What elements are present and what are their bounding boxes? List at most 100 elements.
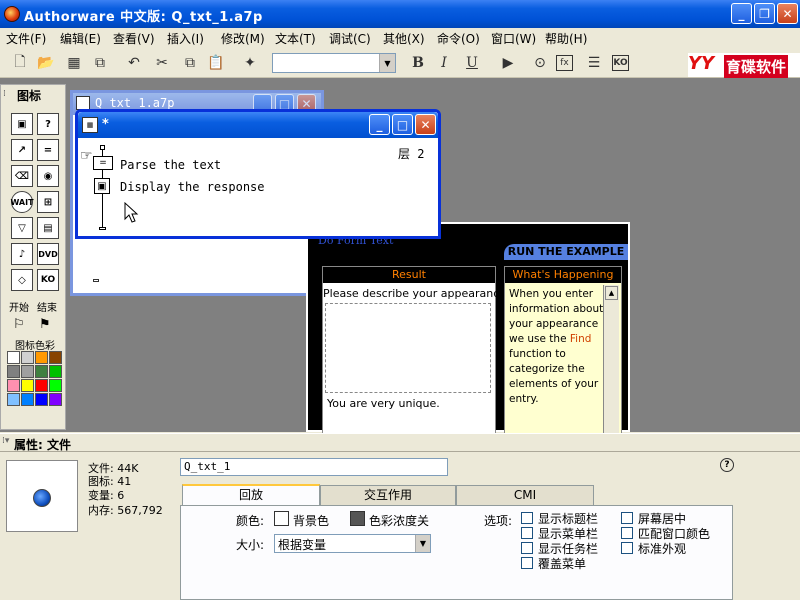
icon-palette: ⁞ 图标 ▣ ? ↗ = ⌫ ◉ WAIT ⊞ ▽ ▤ ♪ DVD ◇ KO 开… [0, 84, 66, 430]
match-window-color-checkbox[interactable] [621, 527, 633, 539]
properties-header[interactable]: ⁞▾ 属性: 文件 [0, 433, 800, 452]
menu-edit[interactable]: 编辑(E) [60, 30, 101, 47]
menu-text[interactable]: 文本(T) [275, 30, 316, 47]
menu-help[interactable]: 帮助(H) [545, 30, 587, 47]
restore-button[interactable]: ❐ [754, 3, 775, 24]
copy-icon[interactable]: ⧉ [180, 53, 200, 73]
paste-icon[interactable]: 📋 [206, 53, 226, 73]
cut-icon[interactable]: ✂ [152, 53, 172, 73]
flowline-minimize-button[interactable]: _ [369, 114, 390, 135]
menu-command[interactable]: 命令(O) [437, 30, 480, 47]
size-label: 大小: [236, 538, 265, 552]
import-icon[interactable]: ⧉ [90, 53, 110, 73]
calculation-icon[interactable]: = [93, 156, 113, 170]
start-flag-icon[interactable]: ⚐ [13, 317, 25, 332]
knowledge-object-icon[interactable]: KO [37, 269, 59, 291]
grip-icon[interactable]: ⁞ [3, 89, 6, 99]
appearance-input[interactable] [325, 303, 491, 393]
color-swatch[interactable] [21, 393, 34, 406]
wait-icon[interactable]: WAIT [10, 191, 34, 213]
chroma-key-swatch[interactable] [350, 511, 365, 526]
end-flag-label: 结束 [37, 303, 57, 314]
new-file-icon[interactable]: 🗋 [10, 53, 30, 73]
color-swatch[interactable] [35, 351, 48, 364]
control-panel-icon[interactable]: ⊙ [530, 53, 550, 73]
menu-file[interactable]: 文件(F) [6, 30, 46, 47]
color-swatch[interactable] [49, 365, 62, 378]
knowledge-objects-icon[interactable]: KO [612, 55, 629, 71]
grip-icon[interactable]: ⁞▾ [2, 436, 9, 446]
color-swatch[interactable] [49, 393, 62, 406]
color-swatch[interactable] [21, 351, 34, 364]
scroll-up-arrow-icon[interactable]: ▲ [605, 286, 618, 300]
dvd-icon[interactable]: DVD [37, 243, 59, 265]
calculation-icon[interactable]: = [37, 139, 59, 161]
map-icon[interactable]: ◇ [11, 269, 33, 291]
italic-button[interactable]: I [434, 53, 454, 73]
display-icon[interactable]: ▣ [94, 178, 110, 194]
menu-insert[interactable]: 插入(I) [167, 30, 204, 47]
help-icon[interactable]: ? [720, 458, 734, 472]
flowline-maximize-button[interactable]: □ [392, 114, 413, 135]
digital-movie-icon[interactable]: ▤ [37, 217, 59, 239]
show-title-bar-checkbox[interactable] [521, 512, 533, 524]
variables-icon[interactable]: ☰ [584, 53, 604, 73]
color-swatch[interactable] [49, 351, 62, 364]
bold-button[interactable]: B [408, 53, 428, 73]
size-select[interactable]: 根据变量 ▼ [274, 534, 431, 553]
flow-item-parse[interactable]: Parse the text [120, 158, 221, 172]
color-swatch[interactable] [35, 393, 48, 406]
interaction-icon[interactable]: ? [37, 113, 59, 135]
menu-other[interactable]: 其他(X) [383, 30, 425, 47]
open-file-icon[interactable]: 📂 [36, 53, 56, 73]
standard-appearance-checkbox[interactable] [621, 542, 633, 554]
color-swatch[interactable] [49, 379, 62, 392]
erase-icon[interactable]: ⌫ [11, 165, 33, 187]
display-icon[interactable]: ▣ [11, 113, 33, 135]
decision-icon[interactable]: ▽ [11, 217, 33, 239]
color-swatch[interactable] [7, 393, 20, 406]
color-swatch[interactable] [7, 351, 20, 364]
show-menu-bar-checkbox[interactable] [521, 527, 533, 539]
color-swatch[interactable] [35, 379, 48, 392]
background-color-swatch[interactable] [274, 511, 289, 526]
color-swatch[interactable] [21, 379, 34, 392]
flowline-close-button[interactable]: ✕ [415, 114, 436, 135]
tab-cmi[interactable]: CMI [456, 485, 594, 505]
overlay-menu-label: 覆盖菜单 [538, 557, 587, 571]
underline-button[interactable]: U [462, 53, 482, 73]
menu-view[interactable]: 查看(V) [113, 30, 155, 47]
center-on-screen-checkbox[interactable] [621, 512, 633, 524]
play-icon[interactable]: ▶ [498, 53, 518, 73]
file-name-field[interactable]: Q_txt_1 [180, 458, 448, 476]
functions-icon[interactable]: fx [556, 55, 573, 71]
font-style-combo[interactable]: ▼ [272, 53, 396, 73]
minimize-button[interactable]: _ [731, 3, 752, 24]
color-swatch[interactable] [7, 379, 20, 392]
sound-icon[interactable]: ♪ [11, 243, 33, 265]
menu-modify[interactable]: 修改(M) [221, 30, 265, 47]
save-all-icon[interactable]: ▦ [64, 53, 84, 73]
overlay-menu-checkbox[interactable] [521, 557, 533, 569]
navigate-icon[interactable]: ◉ [37, 165, 59, 187]
motion-icon[interactable]: ↗ [11, 139, 33, 161]
color-swatch[interactable] [7, 365, 20, 378]
window-title: Authorware 中文版: Q_txt_1.a7p [24, 10, 263, 25]
menu-debug[interactable]: 调试(C) [329, 30, 371, 47]
framework-icon[interactable]: ⊞ [37, 191, 59, 213]
menu-window[interactable]: 窗口(W) [491, 30, 536, 47]
color-swatch[interactable] [35, 365, 48, 378]
tab-interaction[interactable]: 交互作用 [320, 485, 456, 505]
memory-usage: 内存: 567,792 [88, 504, 163, 517]
flowline-end-marker [93, 279, 99, 282]
end-flag-icon[interactable]: ⚑ [39, 317, 51, 332]
authorware-logo-icon [4, 6, 20, 22]
close-button[interactable]: ✕ [777, 3, 798, 24]
tab-playback[interactable]: 回放 [182, 484, 320, 506]
find-icon[interactable]: ✦ [240, 53, 260, 73]
undo-icon[interactable]: ↶ [124, 53, 144, 73]
flow-item-display[interactable]: Display the response [120, 180, 265, 194]
vertical-scrollbar[interactable]: ▲ [603, 285, 619, 433]
show-task-bar-checkbox[interactable] [521, 542, 533, 554]
color-swatch[interactable] [21, 365, 34, 378]
